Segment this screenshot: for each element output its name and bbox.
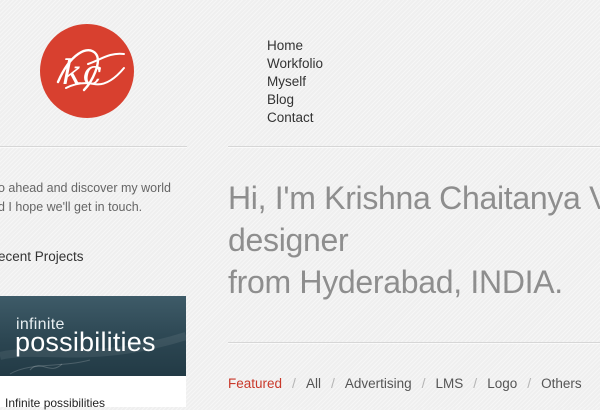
hero-line-2: designer	[228, 222, 349, 258]
filter-lms[interactable]: LMS	[436, 376, 464, 391]
filter-separator: /	[292, 375, 296, 391]
filter-all[interactable]: All	[306, 376, 321, 391]
thumbnail-text-possibilities: possibilities	[15, 327, 156, 357]
project-thumbnail[interactable]: infinite possibilities	[0, 296, 186, 376]
filter-others[interactable]: Others	[541, 376, 582, 391]
hero-line-3: from Hyderabad, INDIA.	[228, 264, 563, 300]
nav-item-home[interactable]: Home	[267, 37, 323, 55]
main-nav: Home Workfolio Myself Blog Contact	[267, 37, 323, 127]
filter-featured[interactable]: Featured	[228, 376, 282, 391]
project-title[interactable]: Infinite possibilities	[5, 396, 105, 410]
filter-separator: /	[421, 375, 426, 391]
filter-advertising[interactable]: Advertising	[345, 376, 412, 391]
nav-item-blog[interactable]: Blog	[267, 91, 323, 109]
intro-line-2: d I hope we'll get in touch.	[0, 200, 143, 214]
filter-separator: /	[473, 375, 478, 391]
kc-logo-mark: kc	[56, 49, 125, 93]
kc-logo[interactable]: kc	[40, 24, 134, 118]
sidebar-intro: o ahead and discover my world d I hope w…	[0, 179, 188, 217]
filter-separator: /	[527, 375, 532, 391]
header-divider	[228, 146, 600, 148]
logo-text: kc	[62, 53, 102, 93]
filter-separator: /	[330, 375, 335, 391]
nav-item-contact[interactable]: Contact	[267, 109, 323, 127]
project-card[interactable]: infinite possibilities Infinite possibil…	[0, 296, 186, 410]
nav-item-workfolio[interactable]: Workfolio	[267, 55, 323, 73]
hero-heading: Hi, I'm Krishna Chaitanya V designer fro…	[228, 177, 600, 303]
filter-logo[interactable]: Logo	[487, 376, 517, 391]
filter-divider	[228, 342, 600, 344]
hero-line-1: Hi, I'm Krishna Chaitanya V	[228, 180, 600, 216]
nav-item-myself[interactable]: Myself	[267, 73, 323, 91]
sidebar-divider	[0, 146, 187, 148]
portfolio-filters: Featured / All / Advertising / LMS / Log…	[228, 375, 582, 391]
recent-projects-heading: ecent Projects	[0, 249, 84, 264]
intro-line-1: o ahead and discover my world	[0, 181, 172, 195]
